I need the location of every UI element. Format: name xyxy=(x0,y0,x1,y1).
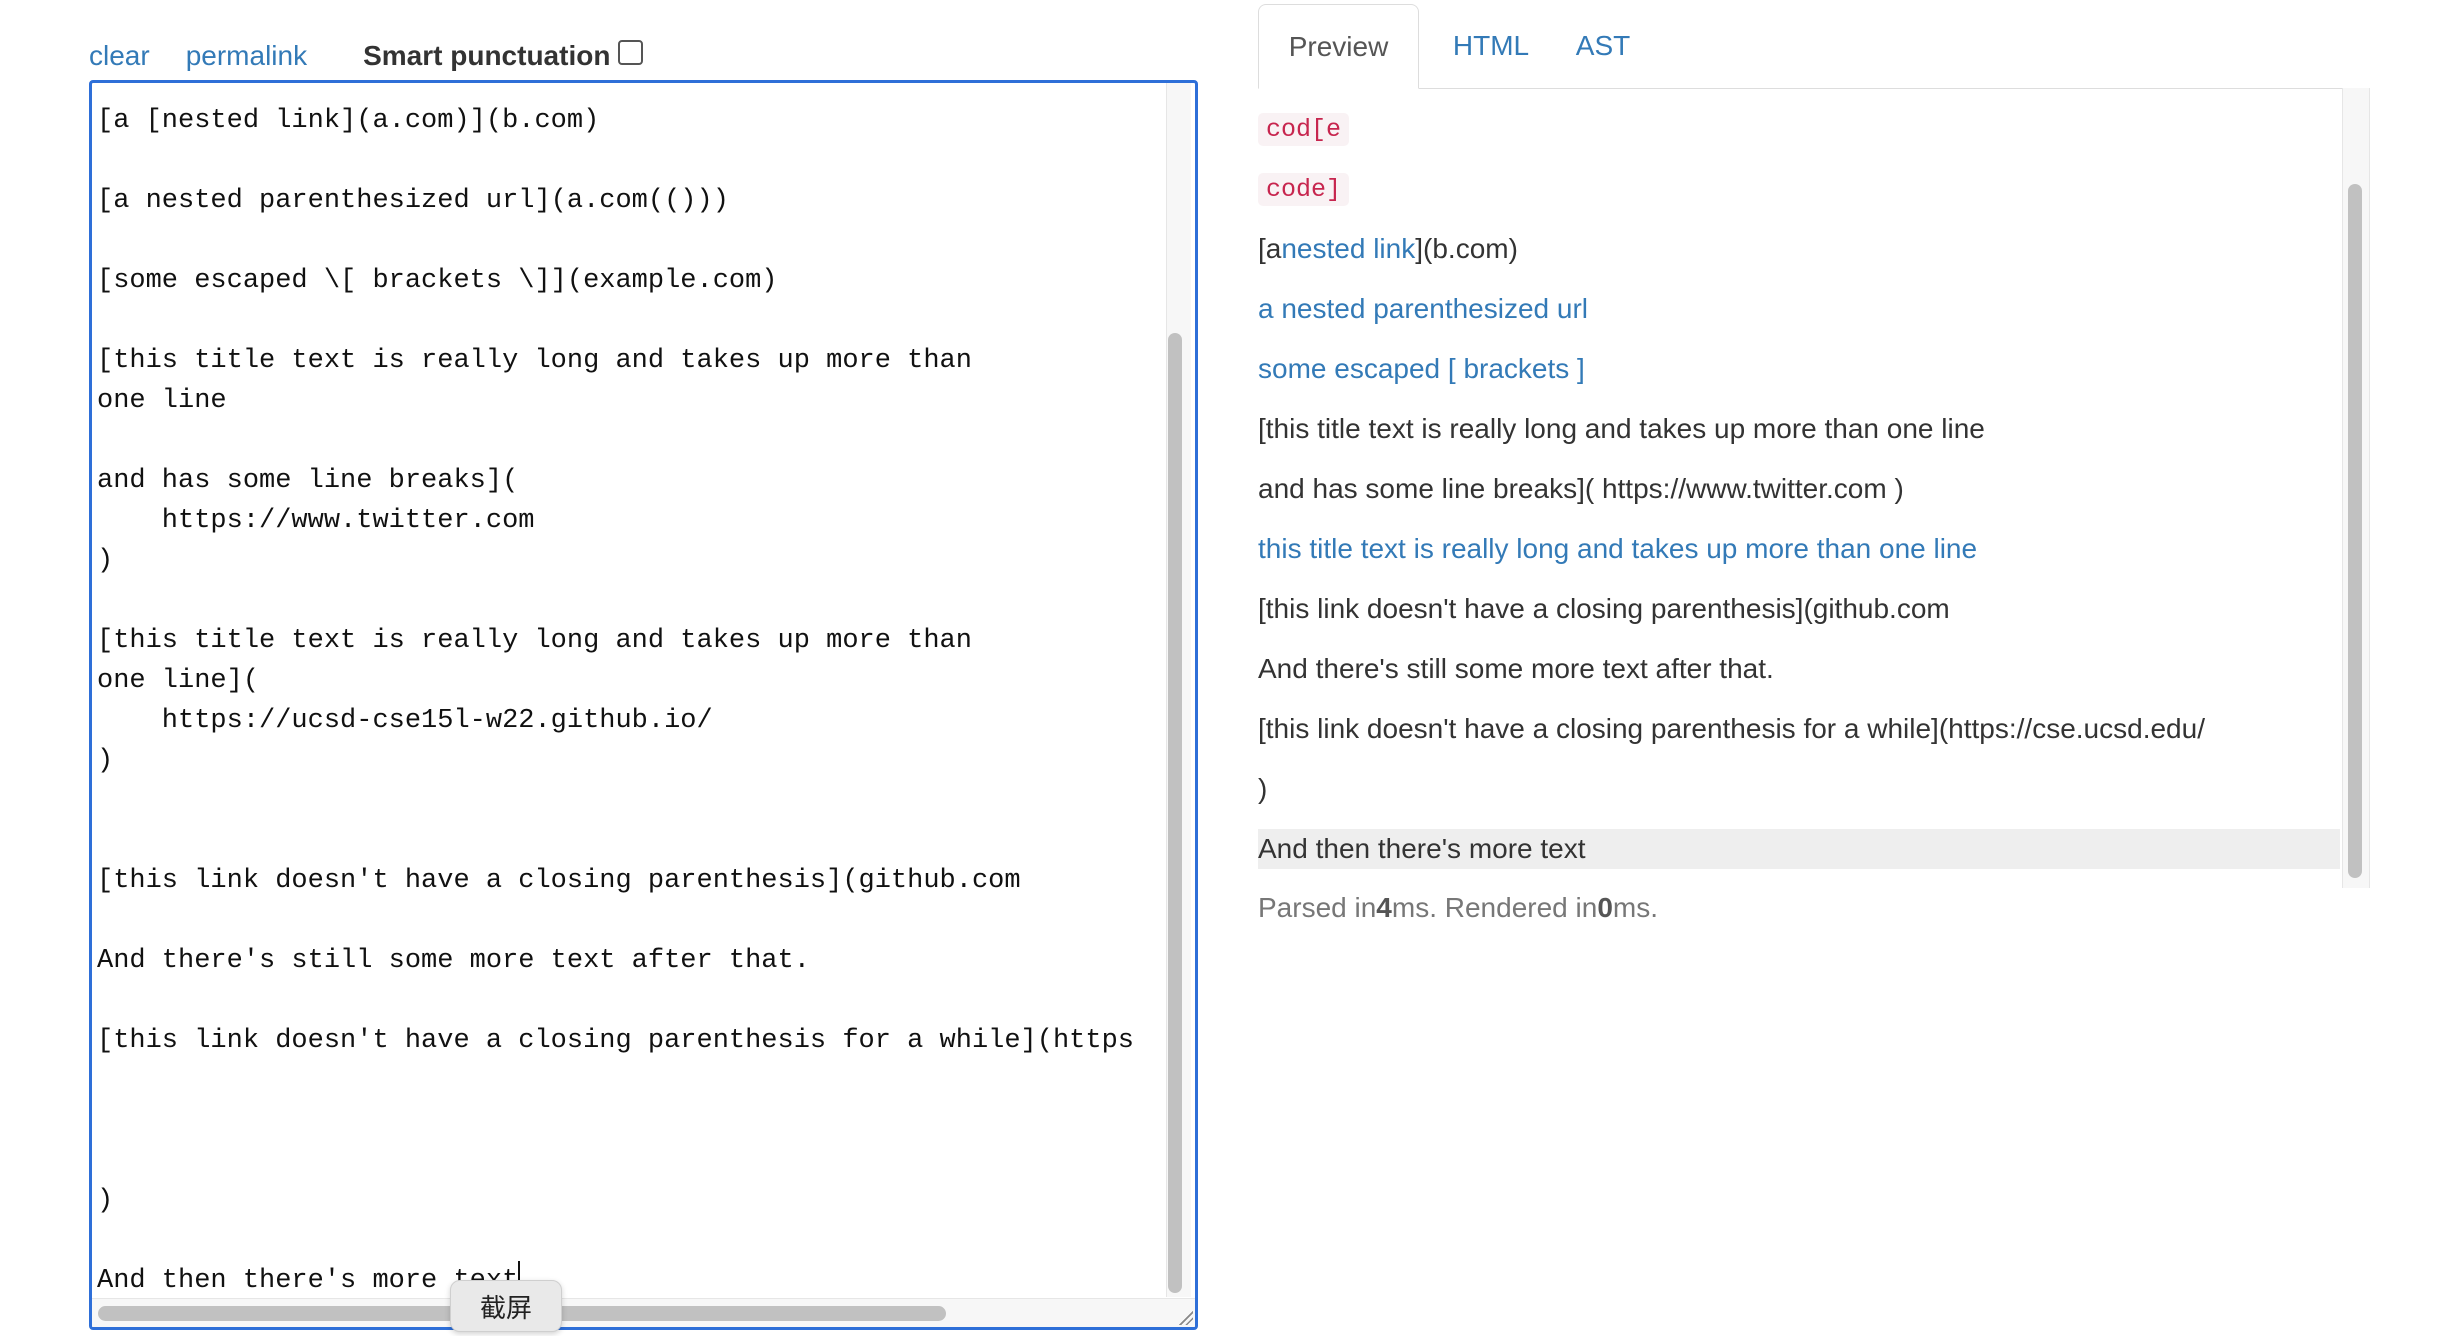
editor-line: And there's still some more text after t… xyxy=(97,946,810,976)
preview-code-1: cod[e xyxy=(1258,109,1350,149)
preview-line-11: [this link doesn't have a closing parent… xyxy=(1258,713,2205,744)
editor-line: https://www.twitter.com xyxy=(97,506,535,536)
text-span: ](b.com) xyxy=(1415,233,1518,264)
tab-ast[interactable]: AST xyxy=(1558,4,1648,88)
preview-line-6: [this title text is really long and take… xyxy=(1258,413,1985,444)
editor-line: [this link doesn't have a closing parent… xyxy=(97,866,1021,896)
preview-vertical-scroll-thumb[interactable] xyxy=(2348,184,2362,878)
preview-line-parenthesized-url: a nested parenthesized url xyxy=(1258,289,1588,329)
preview-line-nested-link: [a nested link](b.com) xyxy=(1258,229,1518,269)
inline-code: cod[e xyxy=(1258,112,1350,146)
editor-line: And then there's more text xyxy=(97,1261,1165,1301)
editor-vertical-scrollbar[interactable] xyxy=(1166,83,1191,1297)
editor-horizontal-scrollbar[interactable] xyxy=(92,1298,1195,1327)
preview-line-12: ) xyxy=(1258,773,1268,804)
editor-toolbar: clear permalink Smart punctuation xyxy=(89,38,644,74)
preview-line-9: [this link doesn't have a closing parent… xyxy=(1258,593,1950,624)
preview-line-escaped-brackets: some escaped [ brackets ] xyxy=(1258,349,1585,389)
timing-rendered-prefix: ms. Rendered in xyxy=(1391,892,1598,923)
markdown-editor[interactable]: [a [nested link](a.com)](b.com) [a nested… xyxy=(89,80,1198,1330)
parenthesized-url-link[interactable]: a nested parenthesized url xyxy=(1258,293,1588,325)
editor-line: one line]( xyxy=(97,666,260,696)
preview-line-title-link: this title text is really long and takes… xyxy=(1258,529,1977,569)
output-tabs: Preview HTML AST xyxy=(1258,4,2370,89)
preview-line-13-highlighted: And then there's more text xyxy=(1258,829,2340,869)
editor-vertical-scroll-thumb[interactable] xyxy=(1168,333,1182,1293)
resize-handle-icon[interactable] xyxy=(1179,1311,1193,1325)
editor-line: [this link doesn't have a closing parent… xyxy=(97,1026,1134,1056)
screenshot-tooltip[interactable]: 截屏 xyxy=(450,1280,562,1332)
tab-preview[interactable]: Preview xyxy=(1258,4,1419,89)
timing-rendered-ms: 0 xyxy=(1597,892,1613,923)
text-span: [a xyxy=(1258,233,1282,264)
timing-parsed-ms: 4 xyxy=(1376,892,1392,923)
editor-line: ) xyxy=(97,546,114,576)
timing-parsed-prefix: Parsed in xyxy=(1258,892,1377,923)
editor-line: one line xyxy=(97,386,227,416)
smart-punctuation-label: Smart punctuation xyxy=(363,40,611,71)
smart-punctuation-checkbox[interactable] xyxy=(618,39,644,65)
preview-vertical-scrollbar[interactable] xyxy=(2342,88,2370,888)
editor-line: https://ucsd-cse15l-w22.github.io/ xyxy=(97,706,713,736)
editor-line: and has some line breaks]( xyxy=(97,466,519,496)
timing-suffix: ms. xyxy=(1612,892,1658,923)
smart-punctuation-toggle[interactable]: Smart punctuation xyxy=(363,39,644,72)
editor-line: [a nested parenthesized url](a.com(())) xyxy=(97,186,729,216)
preview-line-7: and has some line breaks]( https://www.t… xyxy=(1258,473,1904,504)
nested-link[interactable]: nested link xyxy=(1281,233,1415,265)
preview-pane: cod[e code] [a nested link](b.com) a nes… xyxy=(1258,88,2370,888)
editor-line: ) xyxy=(97,1186,114,1216)
editor-line: [this title text is really long and take… xyxy=(97,346,972,376)
escaped-brackets-link[interactable]: some escaped [ brackets ] xyxy=(1258,353,1585,385)
editor-textarea[interactable]: [a [nested link](a.com)](b.com) [a nested… xyxy=(97,83,1165,1301)
preview-line-10: And there's still some more text after t… xyxy=(1258,653,1774,684)
long-title-link[interactable]: this title text is really long and takes… xyxy=(1258,533,1977,565)
editor-line: [some escaped \[ brackets \]](example.co… xyxy=(97,266,778,296)
editor-line: [this title text is really long and take… xyxy=(97,626,972,656)
inline-code: code] xyxy=(1258,172,1350,206)
editor-line: ) xyxy=(97,746,114,776)
editor-line: [a [nested link](a.com)](b.com) xyxy=(97,106,600,136)
preview-code-2: code] xyxy=(1258,169,1350,209)
permalink-link[interactable]: permalink xyxy=(186,40,307,72)
tab-html[interactable]: HTML xyxy=(1436,4,1546,88)
clear-link[interactable]: clear xyxy=(89,40,150,72)
timing-info: Parsed in 4 ms. Rendered in 0 ms. xyxy=(1258,888,1658,928)
